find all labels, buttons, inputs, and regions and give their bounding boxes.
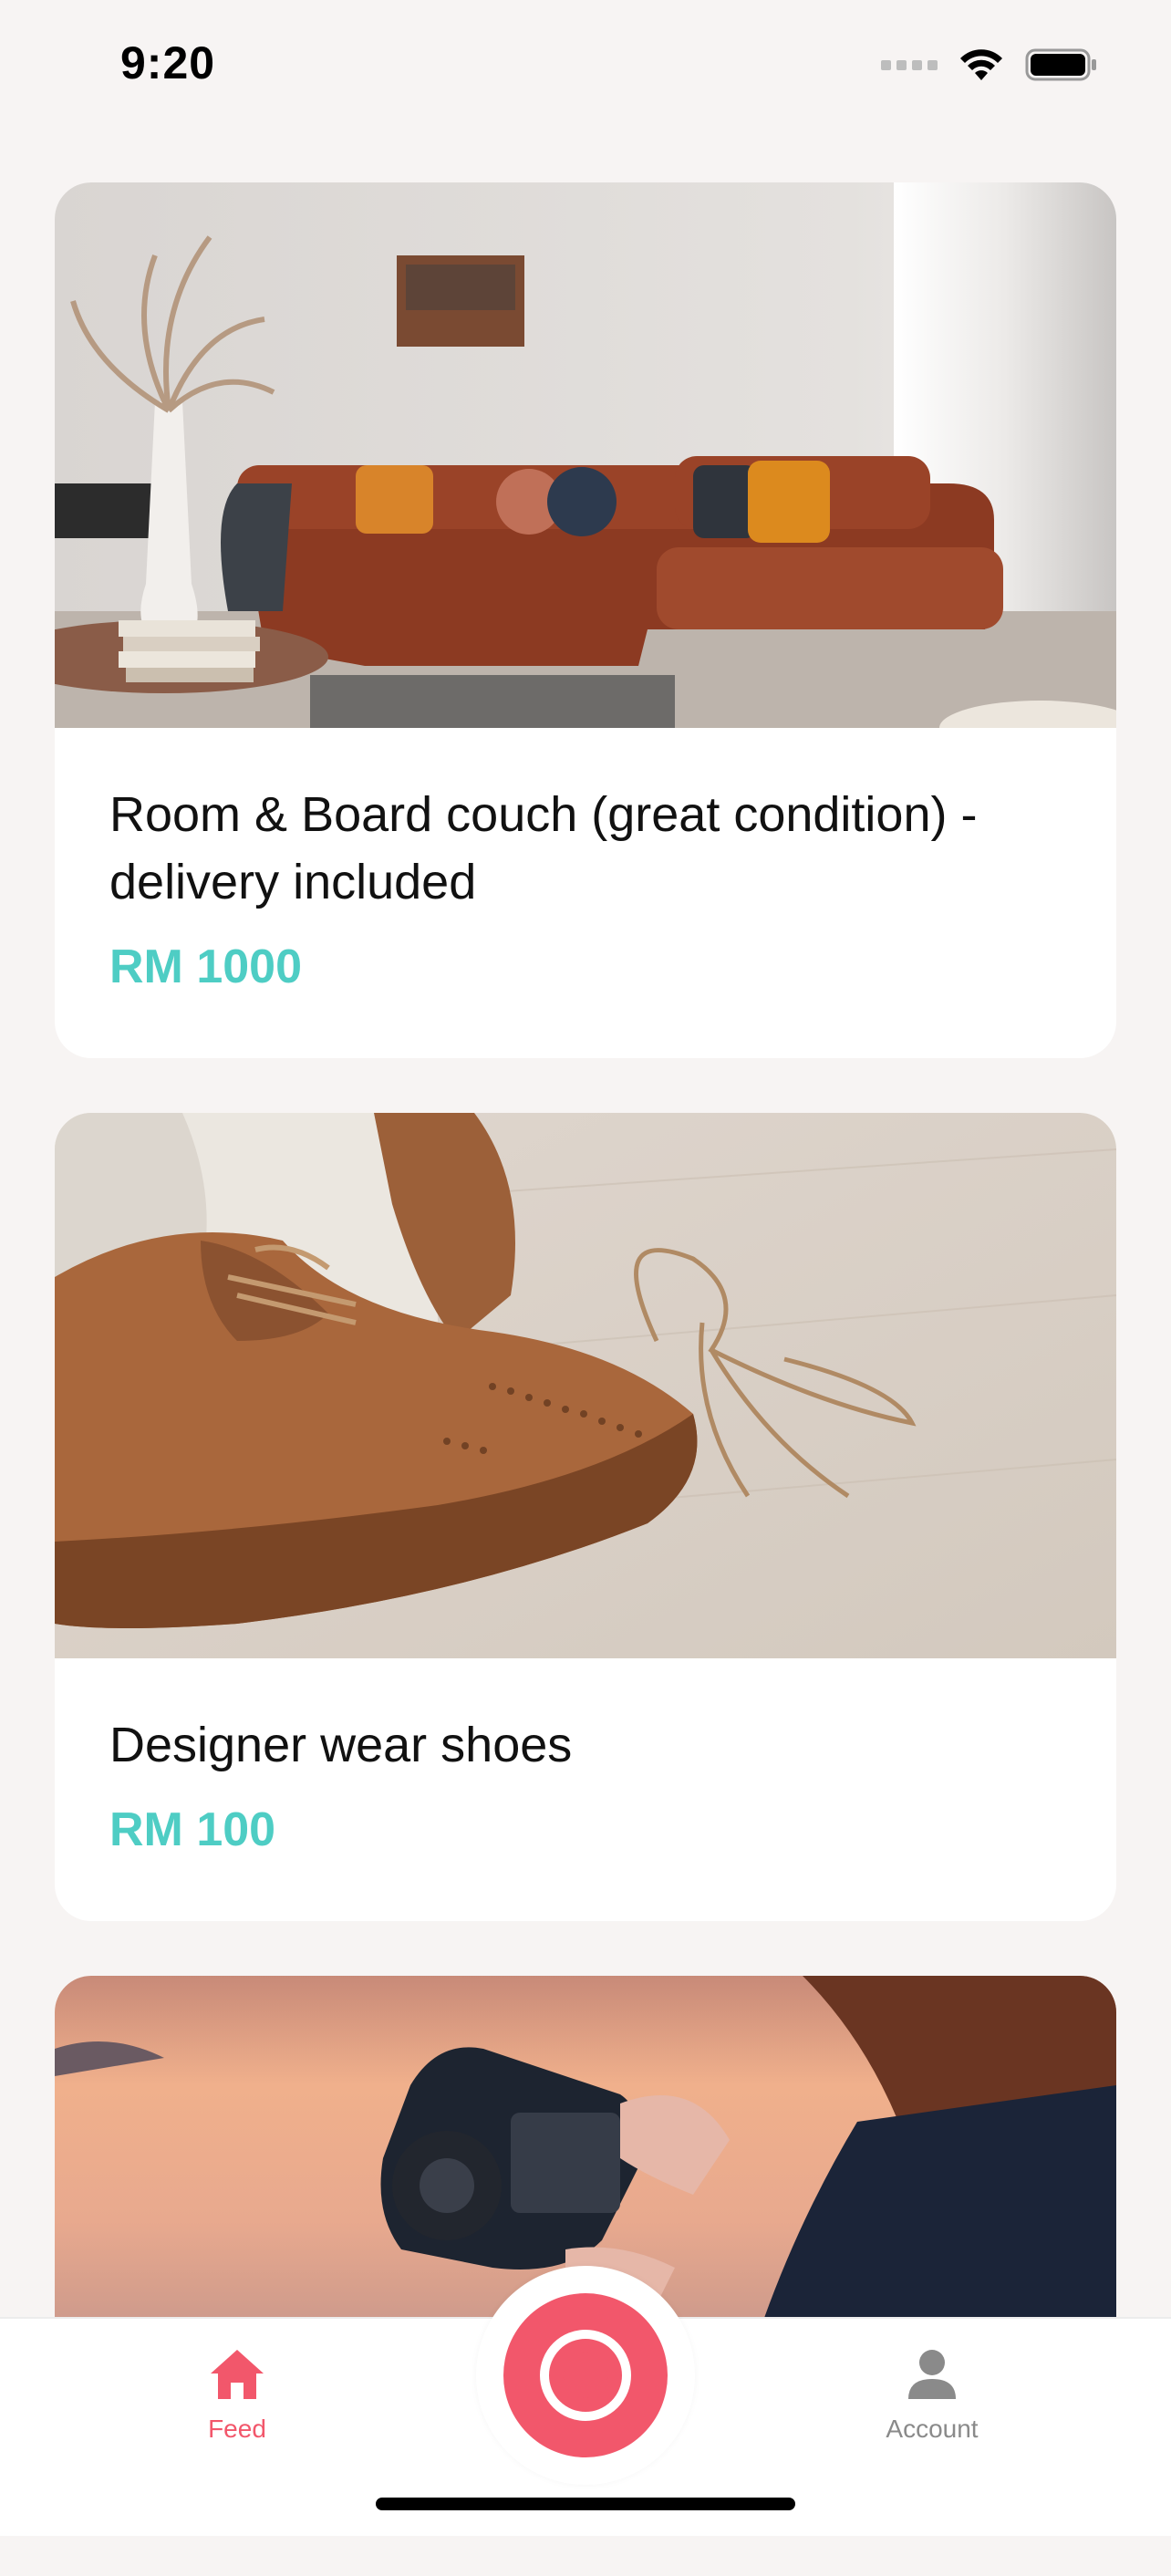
listing-card-body[interactable]: Room & Board couch (great condition) - d… (55, 728, 1116, 1058)
living-room-couch-photo (55, 182, 1116, 728)
home-icon (211, 2350, 264, 2399)
tab-account-label: Account (886, 2415, 979, 2443)
listing-card[interactable]: Designer wear shoes RM 100 (55, 1113, 1116, 1921)
listing-price: RM 1000 (109, 940, 302, 993)
user-icon (908, 2350, 956, 2399)
listing-image[interactable] (55, 182, 1116, 728)
listing-card-body[interactable]: Designer wear shoes RM 100 (55, 1658, 1116, 1921)
cellular-signal-icon (881, 59, 938, 70)
home-indicator (376, 2498, 795, 2510)
listing-price: RM 100 (109, 1803, 276, 1856)
listing-title: Designer wear shoes (109, 1718, 573, 1772)
listing-feed[interactable]: Room & Board couch (great condition) - d… (55, 182, 1116, 2576)
status-time: 9:20 (120, 37, 216, 88)
listing-title: Room & Board couch (great condition) - d… (109, 787, 978, 909)
tab-feed-label: Feed (208, 2415, 266, 2443)
wifi-icon (960, 49, 1002, 80)
status-bar: 9:20 (0, 0, 1171, 137)
battery-icon (1025, 48, 1096, 81)
brown-brogue-shoes-photo (55, 1113, 1116, 1658)
add-listing-button[interactable] (503, 2293, 668, 2457)
status-icons (881, 47, 1098, 82)
plus-icon (540, 2330, 631, 2421)
tab-feed[interactable]: Feed (137, 2346, 337, 2444)
tab-account[interactable]: Account (832, 2346, 1032, 2444)
listing-image[interactable] (55, 1113, 1116, 1658)
listing-card[interactable]: Room & Board couch (great condition) - d… (55, 182, 1116, 1058)
